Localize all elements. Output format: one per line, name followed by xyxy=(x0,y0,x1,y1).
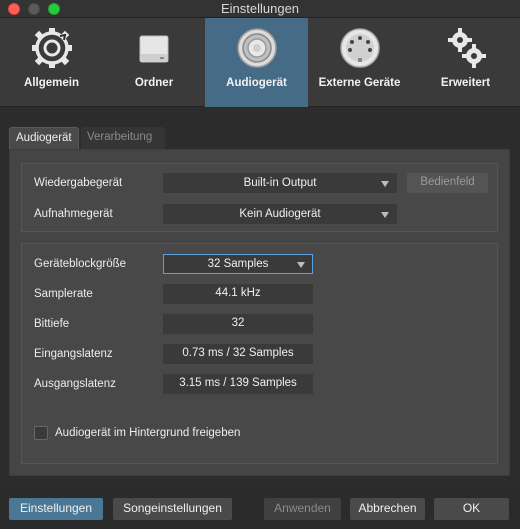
title-bar: Einstellungen xyxy=(0,0,520,18)
block-size-select[interactable]: 32 Samples xyxy=(163,254,313,274)
samplerate-value: 44.1 kHz xyxy=(163,284,313,304)
bitdepth-value: 32 xyxy=(163,314,313,334)
record-device-select[interactable]: Kein Audiogerät xyxy=(163,204,397,224)
tab-audiogeraet[interactable]: Audiogerät xyxy=(9,127,79,149)
playback-device-label: Wiedergabegerät xyxy=(34,177,123,189)
ok-button[interactable]: OK xyxy=(434,498,509,520)
samplerate-label: Samplerate xyxy=(34,288,93,300)
midi-connector-icon xyxy=(339,28,380,68)
toolbar-item-label: Ordner xyxy=(134,77,174,89)
tab-verarbeitung[interactable]: Verarbeitung xyxy=(81,127,165,149)
gear-cycle-icon xyxy=(31,28,72,68)
output-latency-label: Ausgangslatenz xyxy=(34,378,116,390)
playback-device-select[interactable]: Built-in Output xyxy=(163,173,397,193)
chevron-down-icon xyxy=(297,262,305,268)
record-device-value: Kein Audiogerät xyxy=(239,208,321,220)
toolbar-item-audiogeraet[interactable]: Audiogerät xyxy=(205,18,308,107)
bitdepth-label: Bittiefe xyxy=(34,318,70,330)
content-area: Audiogerät Verarbeitung Wiedergabegerät … xyxy=(0,107,520,487)
block-size-value: 32 Samples xyxy=(207,258,269,270)
release-device-checkbox[interactable] xyxy=(34,426,48,440)
toolbar-item-label: Externe Geräte xyxy=(318,77,401,89)
preferences-toolbar: Allgemein Ordner Audiogerät Externe Gerä… xyxy=(0,18,520,107)
song-settings-button[interactable]: Songeinstellungen xyxy=(113,498,232,520)
toolbar-item-ordner[interactable]: Ordner xyxy=(103,18,205,107)
toolbar-item-allgemein[interactable]: Allgemein xyxy=(0,18,103,107)
settings-button[interactable]: Einstellungen xyxy=(9,498,103,520)
toolbar-item-label: Erweitert xyxy=(440,77,491,89)
footer-bar: Einstellungen Songeinstellungen Anwenden… xyxy=(0,487,520,529)
toolbar-item-label: Audiogerät xyxy=(226,77,287,89)
drive-icon xyxy=(139,35,169,63)
control-panel-button[interactable]: Bedienfeld xyxy=(407,173,488,193)
output-latency-value: 3.15 ms / 139 Samples xyxy=(163,374,313,394)
device-settings-group: Geräteblockgröße 32 Samples Samplerate 4… xyxy=(21,243,498,464)
window-title: Einstellungen xyxy=(220,1,300,16)
device-group: Wiedergabegerät Built-in Output Bedienfe… xyxy=(21,163,498,232)
record-device-label: Aufnahmegerät xyxy=(34,208,113,220)
input-latency-value: 0.73 ms / 32 Samples xyxy=(163,344,313,364)
toolbar-item-externe-geraete[interactable]: Externe Geräte xyxy=(308,18,411,107)
chevron-down-icon xyxy=(381,181,389,187)
chevron-down-icon xyxy=(381,212,389,218)
release-device-checkbox-label: Audiogerät im Hintergrund freigeben xyxy=(55,427,241,439)
gears-icon xyxy=(447,28,486,68)
apply-button[interactable]: Anwenden xyxy=(264,498,341,520)
audio-device-panel: Wiedergabegerät Built-in Output Bedienfe… xyxy=(9,149,510,476)
block-size-label: Geräteblockgröße xyxy=(34,258,127,270)
speaker-icon xyxy=(236,28,277,68)
input-latency-label: Eingangslatenz xyxy=(34,348,113,360)
playback-device-value: Built-in Output xyxy=(243,177,317,189)
cancel-button[interactable]: Abbrechen xyxy=(350,498,425,520)
toolbar-item-erweitert[interactable]: Erweitert xyxy=(411,18,520,107)
toolbar-item-label: Allgemein xyxy=(24,77,79,89)
